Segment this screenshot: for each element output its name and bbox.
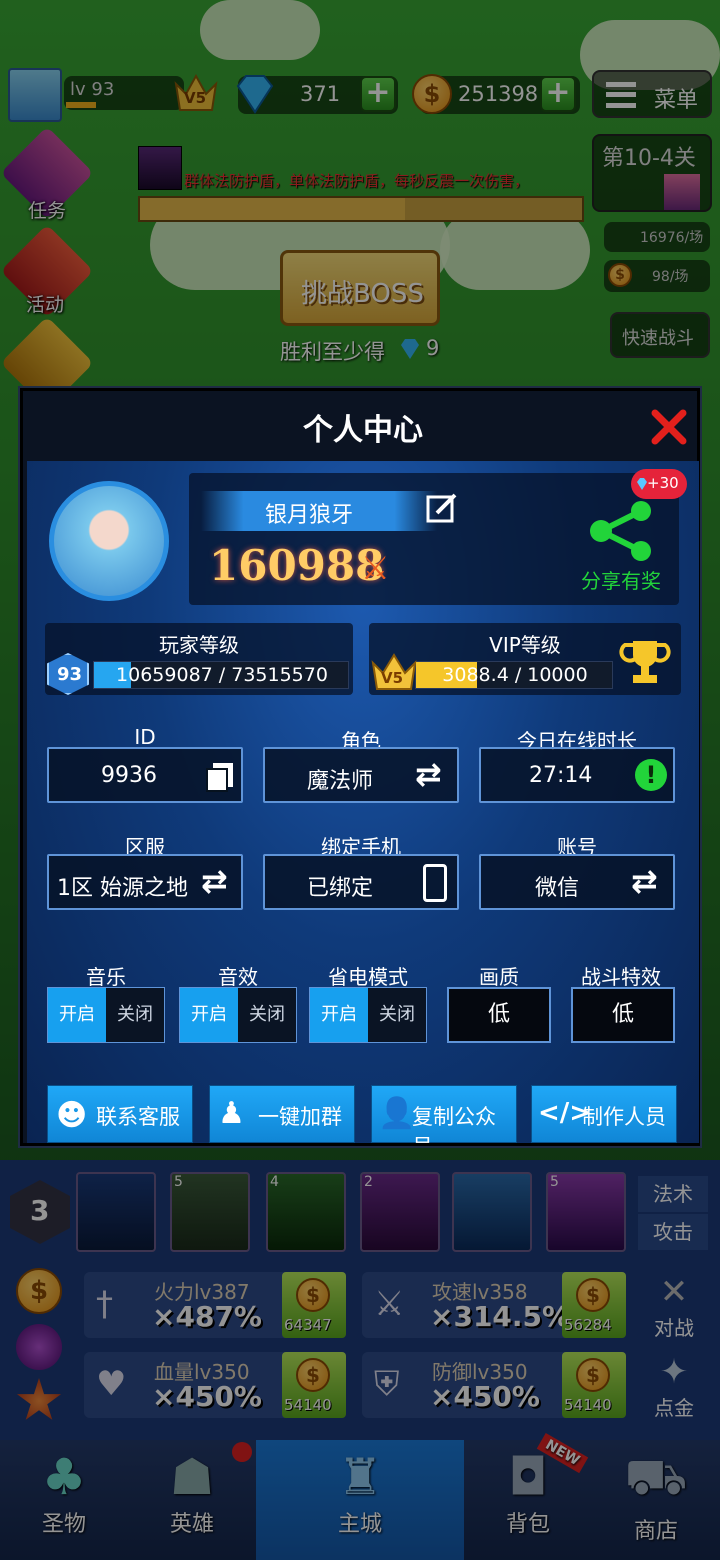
online-time-value: 27:14 (529, 763, 593, 788)
copy-icon[interactable] (205, 761, 235, 793)
music-label: 音乐 (86, 965, 126, 989)
support-button[interactable]: ☻ 联系客服 (47, 1085, 193, 1143)
share-label[interactable]: 分享有奖 (581, 565, 661, 594)
player-exp-bar: 10659087 / 73515570 (93, 661, 349, 689)
copy-account-button[interactable]: 👤 复制公众号 (371, 1085, 517, 1143)
power-save-off[interactable]: 关闭 (368, 988, 426, 1042)
quality-select[interactable]: 低 (447, 987, 551, 1043)
id-value: 9936 (101, 763, 157, 788)
music-toggle[interactable]: 开启 关闭 (47, 987, 165, 1043)
quality-label: 画质 (479, 965, 519, 989)
server-field: 1区 始源之地 ⇄ (47, 854, 243, 910)
power-save-label: 省电模式 (328, 965, 408, 989)
agent-icon: ☻ (56, 1098, 88, 1133)
modal-body: 银月狼牙 160988 ⚔ +30 分享有奖 玩家等级 10659087 / 7… (27, 461, 699, 1143)
name-banner: 银月狼牙 (201, 491, 437, 531)
gem-icon (637, 478, 647, 490)
role-value: 魔法师 (307, 769, 374, 794)
personal-center-modal: 个人中心 银月狼牙 160988 ⚔ +30 分享有奖 玩家等级 1065908… (20, 388, 700, 1146)
player-avatar[interactable] (49, 481, 169, 601)
info-alert-icon[interactable]: ! (635, 759, 667, 791)
phone-field: 已绑定 (263, 854, 459, 910)
switch-icon[interactable]: ⇄ (201, 862, 228, 900)
vip-level-panel: VIP等级 3088.4 / 10000 V5 (369, 623, 681, 695)
id-label: ID (134, 725, 156, 749)
account-value: 微信 (535, 876, 580, 901)
crossed-swords-icon: ⚔ (361, 549, 390, 587)
level-badge-icon: 93 (47, 653, 89, 695)
power-save-toggle[interactable]: 开启 关闭 (309, 987, 427, 1043)
battle-fx-select[interactable]: 低 (571, 987, 675, 1043)
sound-toggle[interactable]: 开启 关闭 (179, 987, 297, 1043)
battle-fx-label: 战斗特效 (581, 965, 661, 989)
trophy-icon[interactable] (619, 635, 671, 687)
power-save-on[interactable]: 开启 (310, 988, 368, 1042)
account-field: 微信 ⇄ (479, 854, 675, 910)
music-on[interactable]: 开启 (48, 988, 106, 1042)
penguin-icon: ♟ (218, 1096, 245, 1131)
share-reward-badge: +30 (631, 469, 687, 499)
vip-exp-bar: 3088.4 / 10000 (415, 661, 613, 689)
player-name: 银月狼牙 (265, 503, 354, 528)
id-field: 9936 (47, 747, 243, 803)
join-group-button[interactable]: ♟ 一键加群 (209, 1085, 355, 1143)
role-field: 魔法师 ⇄ (263, 747, 459, 803)
modal-title: 个人中心 (303, 413, 423, 448)
server-value: 1区 始源之地 (57, 876, 188, 901)
sound-on[interactable]: 开启 (180, 988, 238, 1042)
edit-icon[interactable] (425, 491, 459, 525)
share-icon[interactable] (587, 499, 657, 563)
user-icon: 👤 (378, 1096, 416, 1131)
credits-button[interactable]: </> 制作人员 (531, 1085, 677, 1143)
sound-off[interactable]: 关闭 (238, 988, 296, 1042)
player-level-panel: 玩家等级 10659087 / 73515570 93 (45, 623, 353, 695)
phone-value: 已绑定 (307, 876, 374, 901)
switch-icon[interactable]: ⇄ (631, 862, 658, 900)
phone-icon[interactable] (423, 864, 447, 902)
music-off[interactable]: 关闭 (106, 988, 164, 1042)
close-icon[interactable] (651, 409, 687, 445)
power-value: 160988 (209, 541, 385, 590)
online-time-field: 27:14 ! (479, 747, 675, 803)
switch-icon[interactable]: ⇄ (415, 755, 442, 793)
sound-label: 音效 (218, 965, 258, 989)
